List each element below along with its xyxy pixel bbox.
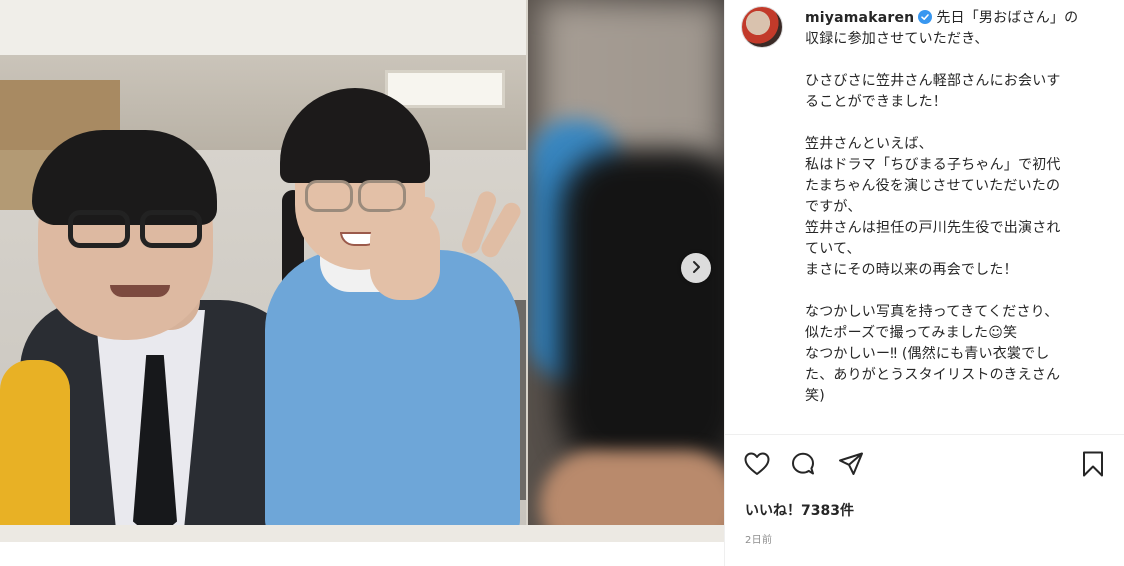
chevron-right-icon [689,259,703,278]
save-button[interactable] [1077,450,1109,482]
avatar[interactable] [741,6,783,48]
comment-button[interactable] [787,450,819,482]
caption-text: 先日「男おばさん」の 収録に参加させていただき、 ひさびさに笠井さん軽部さんにお… [805,10,1079,404]
like-button[interactable] [741,450,773,482]
post-side-panel: miyamakaren 先日「男おばさん」の 収録に参加させていただき、 ひさびさ… [724,0,1124,566]
post-timestamp[interactable]: 2日前 [745,531,772,546]
paper-plane-icon [837,450,865,482]
username-link[interactable]: miyamakaren [805,10,914,26]
caption-area: miyamakaren 先日「男おばさん」の 収録に参加させていただき、 ひさびさ… [725,0,1124,434]
bookmark-icon [1079,450,1107,482]
next-photo-button[interactable] [681,253,711,283]
comment-icon [789,450,817,482]
post-photo [0,0,724,542]
heart-icon [743,450,771,482]
post-media[interactable] [0,0,724,542]
verified-badge-icon [918,10,933,24]
action-bar [741,450,1109,482]
likes-count[interactable]: いいね！7383件 [745,500,854,520]
share-button[interactable] [835,450,867,482]
printed-photo [0,0,528,525]
divider [725,434,1124,435]
post-caption: miyamakaren 先日「男おばさん」の 収録に参加させていただき、 ひさびさ… [805,8,1107,407]
